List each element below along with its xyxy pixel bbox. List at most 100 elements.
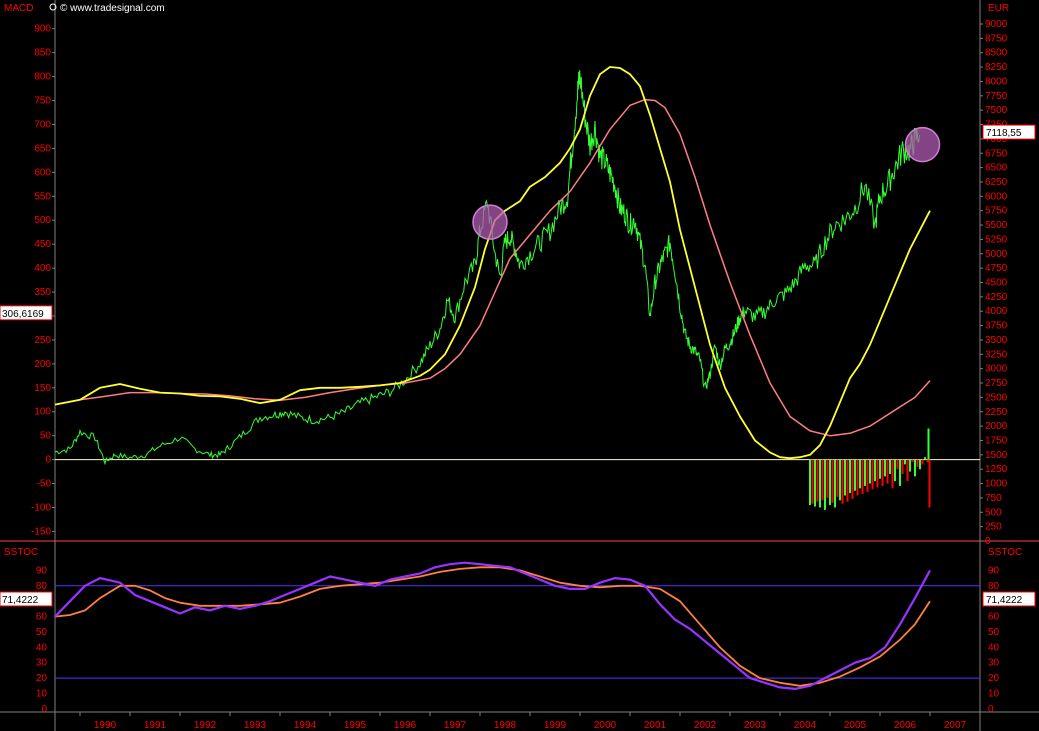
eur-tick-label: 9000: [985, 19, 1008, 30]
sstoc-left-tick-label: 40: [36, 642, 48, 653]
eur-tick-label: 7500: [985, 105, 1008, 116]
histogram-bar: [914, 459, 916, 477]
histogram-bar: [927, 428, 930, 460]
year-label: 2004: [794, 720, 817, 731]
eur-tick-label: 2750: [985, 378, 1008, 389]
eur-axis-title: EUR: [988, 3, 1009, 14]
macd-tick-label: 50: [40, 431, 52, 442]
year-label: 1993: [244, 720, 267, 731]
histogram-bar: [901, 459, 904, 474]
histogram-bar: [809, 459, 811, 506]
macd-tick-label: 100: [34, 407, 51, 418]
macd-tick-label: 750: [34, 96, 51, 107]
eur-tick-label: 250: [985, 522, 1002, 533]
histogram-bar: [891, 459, 894, 489]
histogram-bar: [906, 459, 909, 482]
histogram-bar: [819, 459, 821, 508]
eur-tick-label: 8250: [985, 62, 1008, 73]
year-label: 1994: [294, 720, 317, 731]
sstoc-right-title: SSTOC: [988, 547, 1022, 558]
macd-readout: 306,6169: [2, 309, 44, 320]
histogram-bar: [811, 459, 814, 504]
highlight-circle-2006: [904, 126, 941, 163]
year-label: 1997: [444, 720, 467, 731]
macd-tick-label: -150: [31, 526, 51, 537]
histogram-bar: [916, 459, 919, 467]
histogram-bar: [889, 459, 891, 474]
sstoc-right-tick-label: 40: [988, 642, 1000, 653]
sstoc-left-readout: 71,4222: [2, 595, 39, 606]
histogram-bar: [874, 459, 876, 482]
macd-tick-label: 650: [34, 143, 51, 154]
eur-tick-label: 4250: [985, 292, 1008, 303]
histogram-bar: [884, 459, 886, 477]
macd-tick-label: 550: [34, 191, 51, 202]
sstoc-left-tick-label: 50: [36, 627, 48, 638]
macd-tick-label: 250: [34, 335, 51, 346]
macd-tick-label: 200: [34, 359, 51, 370]
histogram-bar: [869, 459, 871, 484]
sstoc-right-tick-label: 30: [988, 658, 1000, 669]
eur-tick-label: 3250: [985, 349, 1008, 360]
sstoc-left-tick-label: 0: [41, 704, 47, 715]
eur-tick-label: 1500: [985, 450, 1008, 461]
year-label: 2000: [594, 720, 617, 731]
macd-tick-label: 700: [34, 119, 51, 130]
histogram-bar: [928, 459, 931, 508]
year-label: 1995: [344, 720, 367, 731]
macd-tick-label: 400: [34, 263, 51, 274]
year-label: 2005: [844, 720, 867, 731]
eur-tick-label: 500: [985, 507, 1002, 518]
sstoc-right-tick-label: 0: [988, 704, 994, 715]
eur-tick-label: 2000: [985, 421, 1008, 432]
macd-tick-label: 450: [34, 239, 51, 250]
histogram-bar: [851, 459, 854, 499]
eur-tick-label: 4000: [985, 306, 1008, 317]
year-label: 1991: [144, 720, 167, 731]
sstoc-right-tick-label: 10: [988, 689, 1000, 700]
eur-tick-label: 2500: [985, 392, 1008, 403]
sstoc-left-tick-label: 90: [36, 565, 48, 576]
macd-axis-title: MACD: [4, 3, 33, 14]
histogram-bar: [876, 459, 879, 488]
eur-tick-label: 8500: [985, 48, 1008, 59]
eur-tick-label: 8000: [985, 76, 1008, 87]
eur-tick-label: 1000: [985, 479, 1008, 490]
sstoc-left-title: SSTOC: [4, 547, 38, 558]
eur-tick-label: 7750: [985, 91, 1008, 102]
histogram-bar: [814, 459, 816, 507]
eur-tick-label: 3750: [985, 321, 1008, 332]
histogram-bar: [924, 457, 926, 460]
sstoc-right-tick-label: 80: [988, 581, 1000, 592]
year-label: 1999: [544, 720, 567, 731]
eur-tick-label: 6750: [985, 148, 1008, 159]
eur-tick-label: 5500: [985, 220, 1008, 231]
histogram-bar: [871, 459, 874, 490]
macd-tick-label: 350: [34, 287, 51, 298]
histogram-bar: [896, 459, 899, 470]
eur-tick-label: 1750: [985, 435, 1008, 446]
histogram-bar: [866, 459, 869, 493]
year-label: 2006: [894, 720, 917, 731]
macd-tick-label: -100: [31, 502, 51, 513]
histogram-bar: [909, 459, 911, 472]
histogram-bar: [829, 459, 831, 506]
histogram-bar: [926, 459, 929, 463]
eur-tick-label: 6000: [985, 191, 1008, 202]
sstoc-left-tick-label: 20: [36, 673, 48, 684]
sstoc-left-tick-label: 60: [36, 612, 48, 623]
histogram-bar: [861, 459, 864, 495]
year-label: 1992: [194, 720, 217, 731]
chart-background: [0, 0, 1039, 731]
sstoc-right-tick-label: 20: [988, 673, 1000, 684]
eur-tick-label: 6250: [985, 177, 1008, 188]
sstoc-right-tick-label: 60: [988, 612, 1000, 623]
histogram-bar: [836, 459, 839, 497]
macd-tick-label: 600: [34, 167, 51, 178]
eur-tick-label: 0: [985, 536, 991, 547]
histogram-bar: [856, 459, 859, 496]
highlight-circle-1998: [472, 204, 508, 240]
macd-tick-label: 800: [34, 72, 51, 83]
histogram-bar: [911, 459, 914, 463]
eur-tick-label: 4750: [985, 263, 1008, 274]
